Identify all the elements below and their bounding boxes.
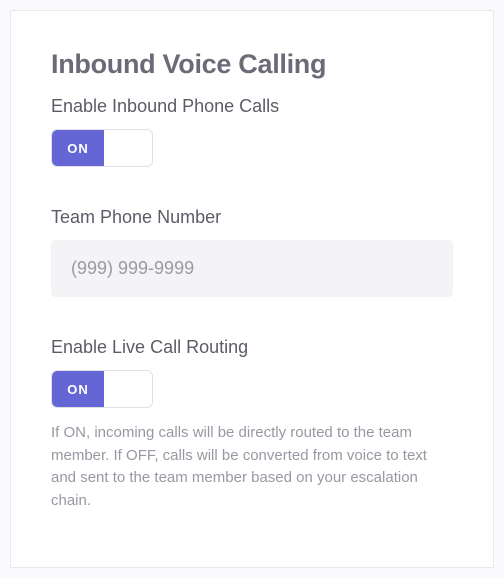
- live-routing-section: Enable Live Call Routing ON If ON, incom…: [51, 337, 453, 512]
- toggle-handle: [104, 130, 152, 166]
- live-routing-toggle[interactable]: ON: [51, 370, 153, 408]
- page-title: Inbound Voice Calling: [51, 49, 453, 80]
- enable-calls-label: Enable Inbound Phone Calls: [51, 96, 453, 117]
- inbound-voice-settings-card: Inbound Voice Calling Enable Inbound Pho…: [10, 10, 494, 568]
- toggle-handle: [104, 371, 152, 407]
- live-routing-label: Enable Live Call Routing: [51, 337, 453, 358]
- enable-calls-toggle[interactable]: ON: [51, 129, 153, 167]
- enable-calls-section: Enable Inbound Phone Calls ON: [51, 96, 453, 167]
- live-routing-help-text: If ON, incoming calls will be directly r…: [51, 422, 453, 512]
- toggle-on-indicator: ON: [52, 130, 104, 166]
- phone-input-wrap: [51, 240, 453, 297]
- phone-number-label: Team Phone Number: [51, 207, 453, 228]
- phone-number-input[interactable]: [71, 258, 433, 279]
- toggle-on-indicator: ON: [52, 371, 104, 407]
- phone-number-section: Team Phone Number: [51, 207, 453, 297]
